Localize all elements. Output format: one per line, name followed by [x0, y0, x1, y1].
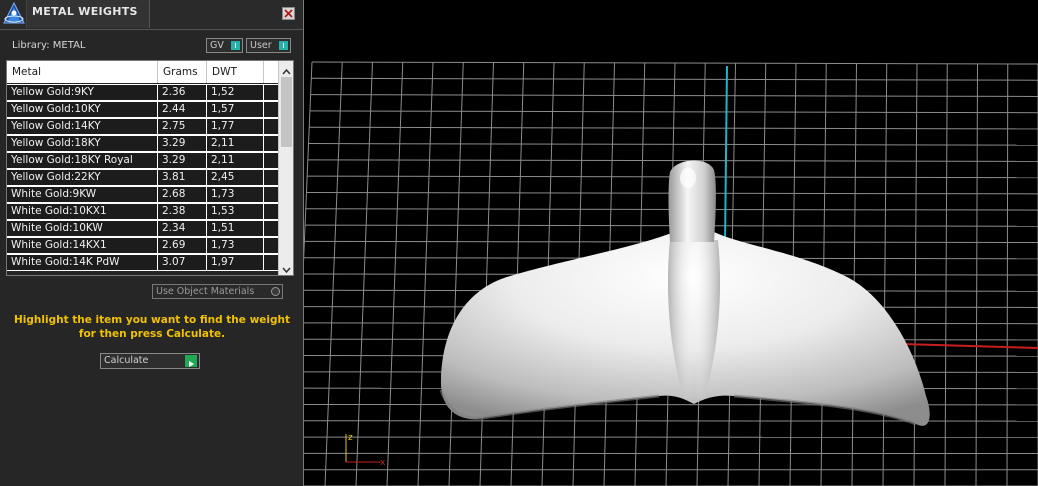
grams-cell: 2.38	[158, 204, 206, 219]
dwt-cell: 2,45	[207, 170, 263, 185]
column-header-dwt[interactable]: DWT	[207, 61, 264, 83]
instruction-line-2: for then press Calculate.	[78, 328, 226, 340]
grams-cell: 3.29	[158, 136, 206, 151]
table-row[interactable]: White Gold:14K PdW 3.07 1,97	[7, 254, 278, 271]
extra-cell	[264, 170, 278, 185]
extra-cell	[264, 102, 278, 117]
dwt-cell: 1,73	[207, 238, 263, 253]
extra-cell	[264, 204, 278, 219]
table-row[interactable]: Yellow Gold:14KY 2.75 1,77	[7, 118, 278, 135]
metal-cell: White Gold:9KW	[7, 187, 157, 202]
panel-title-tab: METAL WEIGHTS	[26, 0, 150, 28]
use-object-materials-label: Use Object Materials	[156, 286, 255, 297]
dwt-cell: 1,52	[207, 85, 263, 100]
metal-cell: White Gold:14KX1	[7, 238, 157, 253]
3d-viewport[interactable]: z x	[304, 0, 1038, 486]
table-row[interactable]: White Gold:10KX1 2.38 1,53	[7, 203, 278, 220]
calculate-button[interactable]: Calculate	[100, 353, 200, 369]
grams-cell: 2.69	[158, 238, 206, 253]
grams-cell: 2.75	[158, 119, 206, 134]
table-row[interactable]: Yellow Gold:18KY 3.29 2,11	[7, 135, 278, 152]
calculate-label: Calculate	[104, 355, 149, 366]
metal-cell: Yellow Gold:14KY	[7, 119, 157, 134]
metal-table: Metal Grams DWT Yellow Gold:9KY 2.36 1,52 Y…	[6, 60, 294, 276]
user-toggle[interactable]: User	[246, 38, 291, 53]
column-header-grams[interactable]: Grams	[158, 61, 207, 83]
dwt-cell: 1,97	[207, 255, 263, 270]
instruction-text: Highlight the item you want to find the …	[10, 313, 294, 341]
use-object-materials-toggle[interactable]: Use Object Materials	[152, 284, 283, 299]
gv-toggle[interactable]: GV	[206, 38, 243, 53]
dwt-cell: 1,77	[207, 119, 263, 134]
grams-cell: 2.44	[158, 102, 206, 117]
extra-cell	[264, 187, 278, 202]
table-body: Yellow Gold:9KY 2.36 1,52 Yellow Gold:10KY 2…	[7, 84, 278, 271]
table-row[interactable]: Yellow Gold:18KY Royal 3.29 2,11	[7, 152, 278, 169]
table-row[interactable]: White Gold:14KX1 2.69 1,73	[7, 237, 278, 254]
user-toggle-label: User	[250, 40, 272, 51]
table-row[interactable]: Yellow Gold:10KY 2.44 1,57	[7, 101, 278, 118]
metal-cell: Yellow Gold:18KY Royal	[7, 153, 157, 168]
dwt-cell: 1,57	[207, 102, 263, 117]
app-logo-icon	[2, 1, 26, 26]
metal-cell: White Gold:10KX1	[7, 204, 157, 219]
dwt-cell: 2,11	[207, 153, 263, 168]
metal-cell: Yellow Gold:9KY	[7, 85, 157, 100]
extra-cell	[264, 221, 278, 236]
bail-highlight	[680, 168, 696, 188]
table-scrollbar[interactable]	[278, 61, 293, 275]
scrollbar-thumb[interactable]	[281, 77, 292, 147]
gizmo-z-label: z	[348, 433, 353, 443]
scroll-up-arrow-icon[interactable]	[279, 63, 293, 75]
metal-cell: Yellow Gold:10KY	[7, 102, 157, 117]
extra-cell	[264, 119, 278, 134]
gv-toggle-label: GV	[210, 40, 224, 51]
metal-cell: White Gold:10KW	[7, 221, 157, 236]
dwt-cell: 2,11	[207, 136, 263, 151]
grams-cell: 3.29	[158, 153, 206, 168]
radio-circle-icon	[271, 287, 280, 296]
grams-cell: 2.34	[158, 221, 206, 236]
grams-cell: 3.81	[158, 170, 206, 185]
extra-cell	[264, 136, 278, 151]
dwt-cell: 1,73	[207, 187, 263, 202]
whale-tail-model[interactable]	[439, 160, 930, 426]
viewport-canvas[interactable]	[304, 0, 1038, 486]
table-header: Metal Grams DWT	[7, 61, 278, 83]
column-header-metal[interactable]: Metal	[7, 61, 158, 83]
table-row[interactable]: White Gold:9KW 2.68 1,73	[7, 186, 278, 203]
extra-cell	[264, 255, 278, 270]
grams-cell: 2.68	[158, 187, 206, 202]
axis-gizmo: z x	[336, 430, 396, 470]
extra-cell	[264, 153, 278, 168]
user-toggle-indicator-icon	[279, 41, 288, 50]
close-button[interactable]	[282, 7, 295, 20]
table-row[interactable]: Yellow Gold:9KY 2.36 1,52	[7, 84, 278, 101]
table-row[interactable]: Yellow Gold:22KY 3.81 2,45	[7, 169, 278, 186]
extra-cell	[264, 238, 278, 253]
close-icon	[284, 9, 293, 18]
instruction-line-1: Highlight the item you want to find the …	[14, 314, 290, 326]
x-axis-line	[901, 343, 1038, 349]
panel-title: METAL WEIGHTS	[32, 5, 138, 18]
grams-cell: 2.36	[158, 85, 206, 100]
play-arrow-icon	[185, 355, 197, 367]
metal-cell: Yellow Gold:18KY	[7, 136, 157, 151]
extra-cell	[264, 85, 278, 100]
metal-cell: White Gold:14K PdW	[7, 255, 157, 270]
scroll-down-arrow-icon[interactable]	[279, 261, 293, 274]
column-header-extra	[264, 61, 278, 83]
dwt-cell: 1,51	[207, 221, 263, 236]
gizmo-x-label: x	[380, 458, 386, 468]
dwt-cell: 1,53	[207, 204, 263, 219]
grams-cell: 3.07	[158, 255, 206, 270]
metal-cell: Yellow Gold:22KY	[7, 170, 157, 185]
table-row[interactable]: White Gold:10KW 2.34 1,51	[7, 220, 278, 237]
panel-titlebar: METAL WEIGHTS	[0, 0, 303, 30]
gv-toggle-indicator-icon	[231, 41, 240, 50]
library-label: Library: METAL	[12, 40, 86, 51]
metal-weights-panel: METAL WEIGHTS Library: METAL GV User Met…	[0, 0, 304, 486]
